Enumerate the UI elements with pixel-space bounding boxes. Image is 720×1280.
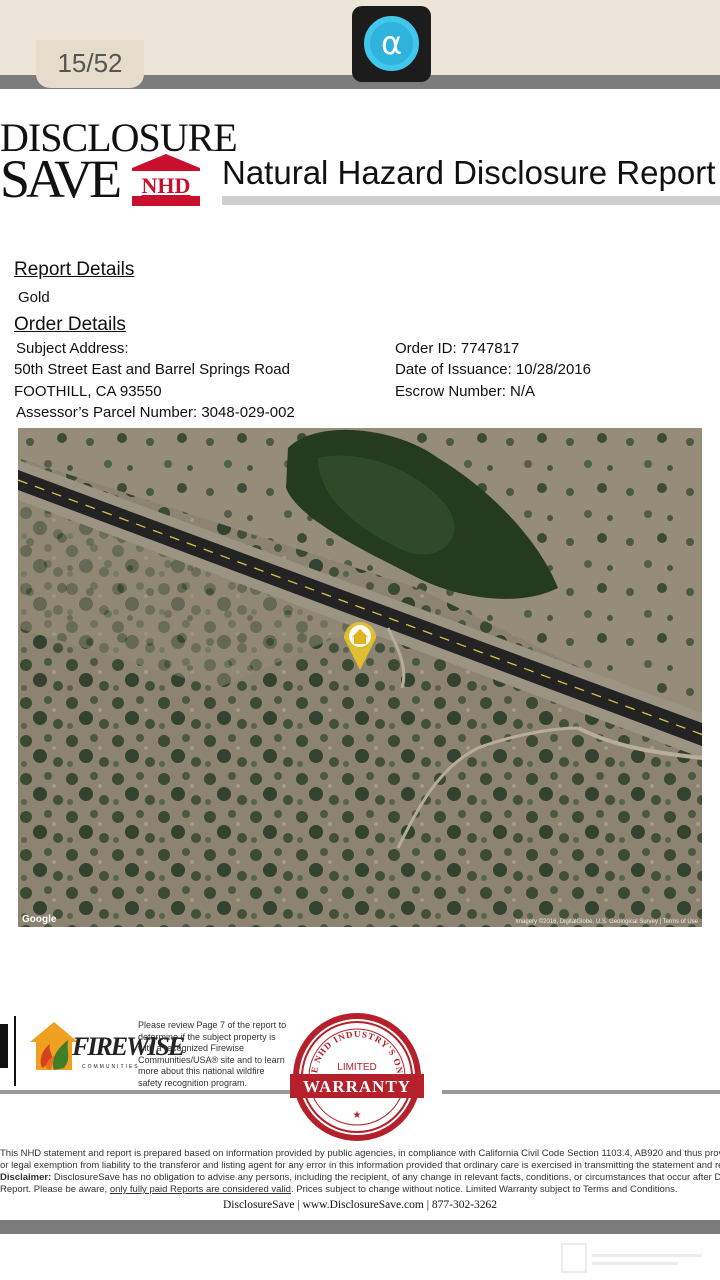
viewer-bottom-bar	[0, 1220, 720, 1234]
warranty-main-text: WARRANTY	[303, 1077, 411, 1096]
limited-warranty-seal: THE NHD INDUSTRY'S ONLY LIMITED WARRANTY…	[290, 1010, 424, 1141]
disclaimer-label: Disclaimer:	[0, 1172, 52, 1183]
alpha-glyph: α	[364, 16, 419, 71]
legal-line-4b: . Prices subject to change without notic…	[290, 1184, 678, 1195]
contact-line[interactable]: DisclosureSave | www.DisclosureSave.com …	[0, 1199, 720, 1211]
address-line-1: 50th Street East and Barrel Springs Road	[14, 361, 290, 378]
faint-watermark	[561, 1243, 702, 1273]
issuance-row: Date of Issuance: 10/28/2016	[395, 361, 591, 378]
subject-address-label: Subject Address:	[16, 340, 129, 357]
legal-line-3: Disclaimer: DisclosureSave has no obliga…	[0, 1172, 720, 1183]
report-details-heading: Report Details	[14, 259, 135, 280]
issuance-date: 10/28/2016	[515, 361, 591, 378]
satellite-map[interactable]: Google Imagery ©2016, DigitalGlobe, U.S.…	[18, 428, 702, 927]
order-id-value: 7747817	[460, 340, 520, 357]
header-rule	[222, 196, 720, 205]
valid-reports-link[interactable]: only fully paid Reports are considered v…	[110, 1184, 291, 1195]
report-level: Gold	[18, 289, 50, 306]
warranty-limited-text: LIMITED	[337, 1062, 376, 1073]
page-counter[interactable]: 15/52	[36, 40, 144, 88]
partner-logo-fragment	[0, 1016, 16, 1086]
firewise-note: Please review Page 7 of the report to de…	[138, 1020, 287, 1088]
map-attribution[interactable]: Imagery ©2016, DigitalGlobe, U.S. Geolog…	[515, 919, 698, 925]
address-line-2: FOOTHILL, CA 93550	[14, 383, 162, 400]
brand-save: SAVE	[0, 149, 122, 209]
order-id-row: Order ID: 7747817	[395, 340, 519, 357]
legal-line-4a: Report. Please be aware,	[0, 1184, 110, 1195]
satellite-imagery	[18, 428, 702, 927]
issuance-label: Date of Issuance:	[395, 361, 512, 378]
legal-line-4: Report. Please be aware, only fully paid…	[0, 1184, 720, 1195]
apn-label: Assessor’s Parcel Number:	[16, 404, 198, 421]
legal-line-2: or legal exemption from liability to the…	[0, 1160, 720, 1171]
disclaimer-text: DisclosureSave has no obligation to advi…	[51, 1172, 720, 1183]
escrow-value: N/A	[510, 383, 536, 400]
firewise-logo-sub: COMMUNITIES	[82, 1064, 140, 1070]
escrow-label: Escrow Number:	[395, 383, 506, 400]
report-title: Natural Hazard Disclosure Report	[222, 154, 716, 191]
nhd-badge-text: NHD	[142, 173, 191, 198]
apn-row: Assessor’s Parcel Number: 3048-029-002	[16, 404, 295, 421]
footer-rule-left	[0, 1090, 292, 1094]
footer-rule-right	[442, 1090, 720, 1094]
escrow-row: Escrow Number: N/A	[395, 383, 535, 400]
apn-value: 3048-029-002	[201, 404, 295, 421]
order-id-label: Order ID:	[395, 340, 457, 357]
warranty-star-icon: ★	[353, 1110, 362, 1121]
map-google-label: Google	[22, 914, 57, 925]
legal-line-1: This NHD statement and report is prepare…	[0, 1148, 720, 1159]
nhd-house-logo: NHD	[132, 154, 200, 206]
alpha-app-icon[interactable]: α	[352, 6, 431, 82]
order-details-heading: Order Details	[14, 314, 126, 335]
